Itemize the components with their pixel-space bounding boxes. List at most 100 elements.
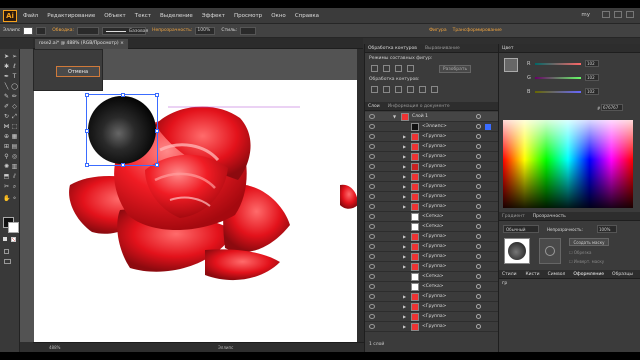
style-dropdown[interactable]	[240, 26, 257, 35]
visibility-eye-icon[interactable]	[369, 224, 375, 229]
perspective-grid-icon[interactable]: ▦	[11, 133, 18, 140]
layer-row[interactable]: ▶ <Группа>	[365, 152, 499, 162]
expand-triangle-icon[interactable]: ▶	[403, 132, 406, 142]
expand-triangle-icon[interactable]: ▶	[403, 302, 406, 312]
transparency-opacity-field[interactable]: 100%	[597, 225, 617, 233]
draw-mode-icon[interactable]	[4, 249, 9, 254]
r-value[interactable]: 102	[585, 60, 599, 67]
brush-dropdown[interactable]: Базовая	[102, 26, 148, 35]
r-slider[interactable]	[535, 63, 581, 65]
menu-effect[interactable]: Эффект	[202, 13, 225, 19]
hex-value[interactable]: 676767	[601, 104, 623, 111]
visibility-eye-icon[interactable]	[369, 254, 375, 259]
visibility-eye-icon[interactable]	[369, 204, 375, 209]
handle-top-left[interactable]	[85, 93, 89, 97]
layer-row[interactable]: ▶ <Группа>	[365, 302, 499, 312]
layer-row[interactable]: <Эллипс>	[365, 122, 499, 132]
magic-wand-icon[interactable]: ✱	[3, 63, 10, 70]
layer-name[interactable]: Слой 1	[412, 112, 428, 122]
target-icon[interactable]	[476, 204, 481, 209]
b-slider[interactable]	[535, 91, 581, 93]
width-tool-icon[interactable]: ⋈	[3, 123, 10, 130]
expand-triangle-icon[interactable]: ▶	[403, 252, 406, 262]
layers-tab[interactable]: Слои	[368, 102, 380, 110]
target-icon[interactable]	[476, 154, 481, 159]
shape-label[interactable]: Фигура	[429, 28, 446, 33]
align-tab[interactable]: Выравнивание	[425, 44, 460, 52]
unite-icon[interactable]	[371, 65, 378, 72]
eraser-tool-icon[interactable]: ◇	[11, 103, 18, 110]
minus-front-icon[interactable]	[383, 65, 390, 72]
transparency-tab[interactable]: Прозрачность	[533, 212, 566, 220]
expand-triangle-icon[interactable]: ▶	[403, 312, 406, 322]
eyedropper-tool-icon[interactable]: ⚲	[3, 153, 10, 160]
scissors-tool-icon[interactable]: ✂	[3, 183, 10, 190]
mesh-tool-icon[interactable]: ⊞	[3, 143, 10, 150]
artboard[interactable]	[34, 80, 364, 342]
tab-brushes[interactable]: Кисти	[525, 270, 539, 278]
line-tool-icon[interactable]: ╲	[3, 83, 10, 90]
layer-item-name[interactable]: <Группа>	[422, 312, 446, 322]
visibility-eye-icon[interactable]	[369, 234, 375, 239]
menu-view[interactable]: Просмотр	[234, 13, 262, 19]
target-icon[interactable]	[476, 214, 481, 219]
cancel-button[interactable]: Отмена	[56, 66, 100, 77]
merge-icon[interactable]	[395, 86, 402, 93]
pathfinder-tab[interactable]: Обработка контуров	[368, 44, 417, 52]
hand-tool-icon[interactable]: ✋	[3, 195, 10, 202]
minus-back-icon[interactable]	[431, 86, 438, 93]
target-icon[interactable]	[476, 314, 481, 319]
blob-brush-icon[interactable]: ✐	[3, 103, 10, 110]
layer-row[interactable]: ▶ <Группа>	[365, 322, 499, 332]
trim-icon[interactable]	[383, 86, 390, 93]
symbol-sprayer-icon[interactable]: ✺	[3, 163, 10, 170]
tab-graphic-styles[interactable]: Стили гр	[502, 270, 517, 286]
rotate-tool-icon[interactable]: ↻	[3, 113, 10, 120]
layer-row[interactable]: ▶ <Группа>	[365, 132, 499, 142]
pencil-tool-icon[interactable]: ✏	[11, 93, 18, 100]
layer-item-name[interactable]: <Группа>	[422, 162, 446, 172]
zoom-icon[interactable]: ⚬	[11, 195, 18, 202]
visibility-eye-icon[interactable]	[369, 214, 375, 219]
expand-triangle-icon[interactable]: ▶	[403, 182, 406, 192]
invert-mask-checkbox[interactable]: ☐ Инверт. маску	[569, 259, 604, 264]
target-icon[interactable]	[476, 164, 481, 169]
layer-item-name[interactable]: <Группа>	[422, 182, 446, 192]
visibility-eye-icon[interactable]	[369, 144, 375, 149]
target-icon[interactable]	[476, 234, 481, 239]
selection-indicator[interactable]	[485, 124, 491, 130]
menu-object[interactable]: Объект	[104, 13, 126, 19]
gradient-tool-icon[interactable]: ▤	[11, 143, 18, 150]
target-icon[interactable]	[476, 304, 481, 309]
expand-triangle-icon[interactable]: ▶	[403, 142, 406, 152]
expand-triangle-icon[interactable]: ▶	[403, 262, 406, 272]
layer-row[interactable]: <Сетка>	[365, 212, 499, 222]
shape-builder-icon[interactable]: ⊕	[3, 133, 10, 140]
layer-item-name[interactable]: <Группа>	[422, 132, 446, 142]
minimize-button[interactable]	[602, 11, 610, 18]
ellipse-tool-icon[interactable]: ◯	[11, 83, 18, 90]
graph-tool-icon[interactable]: ▥	[11, 163, 18, 170]
visibility-eye-icon[interactable]	[369, 264, 375, 269]
layer-row[interactable]: ▶ <Группа>	[365, 162, 499, 172]
stroke-label[interactable]: Обводка:	[52, 28, 74, 33]
lasso-tool-icon[interactable]: ℓ	[11, 63, 18, 70]
handle-bottom-right[interactable]	[155, 163, 159, 167]
make-mask-button[interactable]: Создать маску	[569, 238, 609, 246]
visibility-eye-icon[interactable]	[369, 194, 375, 199]
layer-item-name[interactable]: <Группа>	[422, 242, 446, 252]
target-icon[interactable]	[476, 254, 481, 259]
fill-swatch[interactable]	[23, 26, 34, 35]
stroke-color-icon[interactable]	[8, 222, 19, 233]
visibility-eye-icon[interactable]	[369, 284, 375, 289]
target-icon[interactable]	[476, 174, 481, 179]
layer-row[interactable]: <Сетка>	[365, 222, 499, 232]
layer-item-name[interactable]: <Группа>	[422, 322, 446, 332]
layer-row[interactable]: ▶ <Группа>	[365, 172, 499, 182]
workspace-switcher[interactable]: my	[581, 12, 590, 18]
layer-item-name[interactable]: <Группа>	[422, 172, 446, 182]
rose-artwork[interactable]	[34, 80, 364, 342]
scale-tool-icon[interactable]: ⤢	[11, 113, 18, 120]
layer-item-name[interactable]: <Группа>	[422, 262, 446, 272]
target-icon[interactable]	[476, 194, 481, 199]
